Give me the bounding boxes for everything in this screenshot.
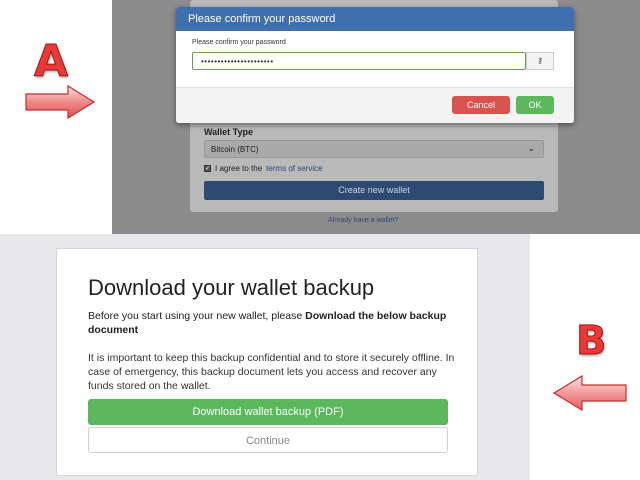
terms-link[interactable]: terms of service	[266, 164, 322, 173]
marker-letter-b: B	[576, 318, 607, 365]
password-input[interactable]: ••••••••••••••••••••••	[192, 52, 526, 70]
agree-text: I agree to the	[215, 164, 263, 173]
terms-row: ✓ I agree to the terms of service	[204, 164, 323, 173]
confirm-password-modal: Please confirm your password Please conf…	[176, 7, 574, 123]
wallet-type-select[interactable]: Bitcoin (BTC) ⌄	[204, 140, 544, 158]
backup-card: Download your wallet backup Before you s…	[56, 248, 478, 476]
already-have-wallet-link[interactable]: Already have a wallet?	[328, 217, 398, 224]
modal-body: Please confirm your password •••••••••••…	[176, 31, 574, 87]
download-backup-button[interactable]: Download wallet backup (PDF)	[88, 399, 448, 425]
cancel-button[interactable]: Cancel	[452, 96, 510, 114]
ok-button[interactable]: OK	[516, 96, 554, 114]
marker-letter-a: A	[33, 36, 69, 88]
panel-b-screenshot: Download your wallet backup Before you s…	[0, 234, 530, 480]
arrow-right-icon	[25, 84, 96, 120]
agree-checkbox[interactable]: ✓	[204, 165, 211, 172]
page-title: Download your wallet backup	[88, 275, 375, 300]
intro-text: Before you start using your new wallet, …	[88, 309, 458, 337]
intro-prefix: Before you start using your new wallet, …	[88, 310, 303, 322]
continue-button[interactable]: Continue	[88, 427, 448, 453]
wallet-type-label: Wallet Type	[204, 127, 254, 137]
password-field-label: Please confirm your password	[192, 39, 286, 46]
key-icon[interactable]: ⚷	[526, 52, 554, 70]
modal-title: Please confirm your password	[176, 7, 574, 31]
wallet-type-value: Bitcoin (BTC)	[211, 145, 259, 154]
chevron-down-icon: ⌄	[527, 143, 535, 153]
modal-footer: Cancel OK	[176, 87, 574, 123]
arrow-left-icon	[552, 374, 627, 412]
create-wallet-button[interactable]: Create new wallet	[204, 181, 544, 200]
panel-a-screenshot: Wallet Type Bitcoin (BTC) ⌄ ✓ I agree to…	[112, 0, 640, 234]
backup-explanation: It is important to keep this backup conf…	[88, 352, 455, 392]
composite-screenshot: A Wallet Type Bitcoin (BTC) ⌄ ✓ I agree …	[0, 0, 640, 480]
